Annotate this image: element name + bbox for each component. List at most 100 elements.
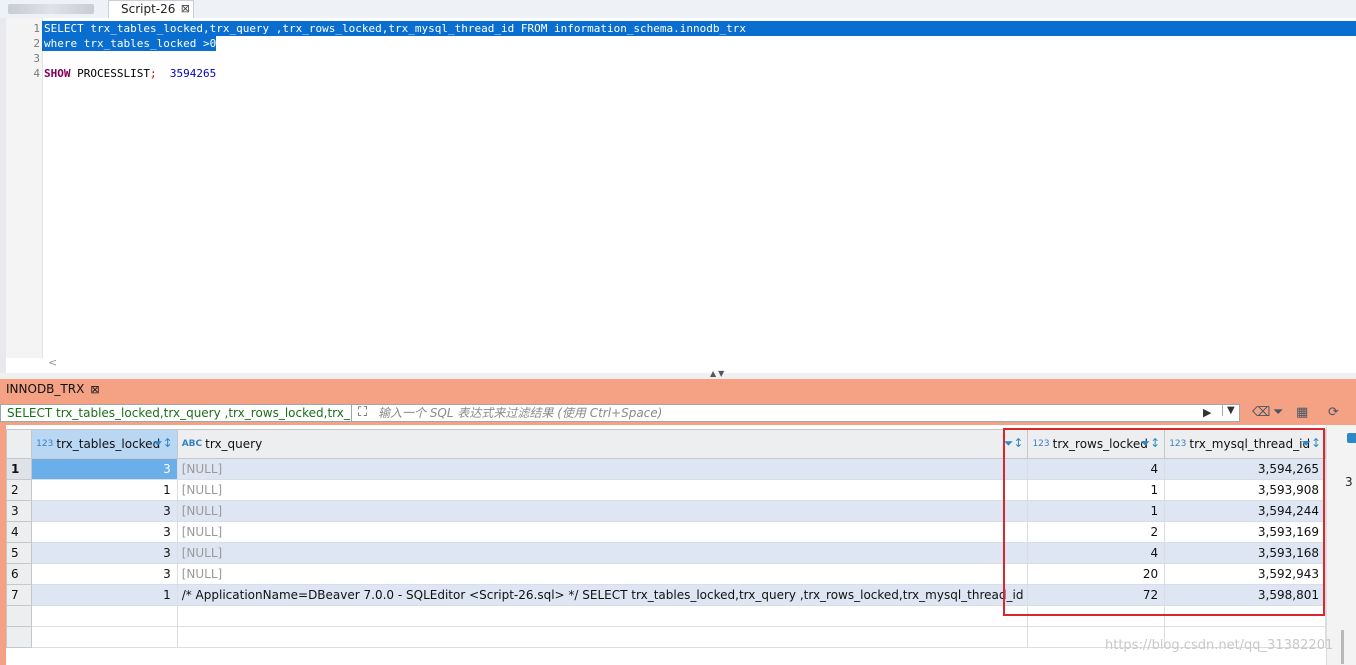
side-panel: 3	[1326, 425, 1356, 665]
sort-filter-icon[interactable]: ⏷↕	[1301, 436, 1321, 451]
table-row[interactable]: 7 1 /* ApplicationName=DBeaver 7.0.0 - S…	[5, 584, 1326, 606]
cell-rows-locked[interactable]: 4	[1027, 542, 1166, 564]
line-number: 2	[33, 37, 40, 50]
close-icon[interactable]: ⊠	[90, 383, 99, 396]
row-number[interactable]: 2	[5, 479, 33, 501]
row-number[interactable]: 5	[5, 542, 33, 564]
cell-thread-id[interactable]: 3,593,168	[1164, 542, 1326, 564]
table-row[interactable]: 3 3 [NULL] 1 3,594,244	[5, 500, 1326, 522]
cell-rows-locked[interactable]: 20	[1027, 563, 1166, 585]
code-processlist: PROCESSLIST	[70, 67, 150, 80]
cell-tables-locked[interactable]: 3	[31, 542, 178, 564]
cell-rows-locked[interactable]: 1	[1027, 479, 1166, 501]
cell-thread-id[interactable]: 3,594,265	[1164, 458, 1326, 480]
code-number: 3594265	[156, 67, 217, 80]
tab-title: Script-26	[121, 2, 176, 16]
column-header-trx-query[interactable]: ABC trx_query ⏷↕	[176, 429, 1029, 459]
cell-tables-locked[interactable]: 3	[31, 563, 178, 585]
table-row[interactable]: 5 3 [NULL] 4 3,593,168	[5, 542, 1326, 564]
refresh-options-icon[interactable]: ⟳	[1328, 405, 1339, 420]
row-number[interactable]: 7	[5, 584, 33, 606]
cell-query[interactable]: /* ApplicationName=DBeaver 7.0.0 - SQLEd…	[176, 584, 1029, 606]
sort-filter-icon[interactable]: ⏷↕	[1004, 436, 1024, 451]
cell-thread-id[interactable]: 3,594,244	[1164, 500, 1326, 522]
line-number: 4	[33, 67, 40, 80]
cell-query[interactable]: [NULL]	[176, 479, 1029, 501]
text-type-icon: ABC	[181, 439, 203, 449]
cell-tables-locked[interactable]: 1	[31, 479, 178, 501]
table-row[interactable]: 2 1 [NULL] 1 3,593,908	[5, 479, 1326, 501]
column-title: trx_mysql_thread_id	[1189, 437, 1311, 451]
keyword-select: SELECT	[44, 22, 84, 35]
sql-editor[interactable]: 1 2 3 4 SELECT trx_tables_locked,trx_que…	[0, 18, 1356, 373]
empty-cell	[31, 605, 178, 627]
filter-history-dropdown-icon[interactable]: ▼	[1222, 405, 1235, 416]
empty-cell	[176, 605, 1029, 627]
filter-settings-icon[interactable]: ⏷	[1273, 405, 1283, 420]
cell-tables-locked[interactable]: 3	[31, 500, 178, 522]
filter-box[interactable]: ⛶	[352, 404, 1240, 422]
code-condition: trx_tables_locked >0	[77, 37, 217, 50]
cell-rows-locked[interactable]: 1	[1027, 500, 1166, 522]
cell-tables-locked[interactable]: 1	[31, 584, 178, 606]
vertical-scrollbar[interactable]	[1341, 630, 1344, 664]
cell-thread-id[interactable]: 3,593,908	[1164, 479, 1326, 501]
empty-cell	[31, 626, 178, 648]
cell-query[interactable]: [NULL]	[176, 521, 1029, 543]
table-row[interactable]: 1 3 [NULL] 4 3,594,265	[5, 458, 1326, 480]
code-line-2[interactable]: where trx_tables_locked >0	[42, 36, 217, 51]
sort-filter-icon[interactable]: ⏷↕	[1141, 436, 1161, 451]
result-grid[interactable]: 123 trx_tables_locked ⏷↕ ABC trx_query ⏷↕ 12…	[5, 425, 1326, 665]
cell-rows-locked[interactable]: 72	[1027, 584, 1166, 606]
cell-query[interactable]: [NULL]	[176, 563, 1029, 585]
cell-thread-id[interactable]: 3,592,943	[1164, 563, 1326, 585]
table-row[interactable]: 4 3 [NULL] 2 3,593,169	[5, 521, 1326, 543]
cell-rows-locked[interactable]: 4	[1027, 458, 1166, 480]
row-number-empty	[5, 605, 33, 627]
cell-tables-locked[interactable]: 3	[31, 458, 178, 480]
column-header-trx-mysql-thread-id[interactable]: 123 trx_mysql_thread_id ⏷↕	[1164, 429, 1326, 459]
panel-toggle-icon[interactable]	[1347, 433, 1356, 443]
code-columns: trx_tables_locked,trx_query ,trx_rows_lo…	[83, 22, 521, 35]
numeric-type-icon: 123	[36, 439, 54, 449]
code-line-4[interactable]: SHOW PROCESSLIST; 3594265	[42, 66, 216, 81]
collapse-arrows-icon[interactable]: ▲▼	[710, 369, 726, 378]
cell-thread-id[interactable]: 3,593,169	[1164, 521, 1326, 543]
row-number[interactable]: 3	[5, 500, 33, 522]
column-header-trx-rows-locked[interactable]: 123 trx_rows_locked ⏷↕	[1027, 429, 1166, 459]
cell-tables-locked[interactable]: 3	[31, 521, 178, 543]
tab-innodb-trx[interactable]: INNODB_TRX ⊠	[0, 379, 108, 401]
tab-script-26[interactable]: Script-26 ⊠	[108, 0, 194, 18]
column-header-trx-tables-locked[interactable]: 123 trx_tables_locked ⏷↕	[31, 429, 178, 459]
row-header-corner[interactable]	[5, 429, 33, 459]
scroll-left-icon[interactable]: <	[48, 356, 57, 369]
horizontal-scrollbar[interactable]: <	[42, 356, 1356, 370]
expand-icon[interactable]: ⛶	[358, 405, 367, 421]
query-text-field[interactable]: SELECT trx_tables_locked,trx_query ,trx_…	[0, 404, 352, 422]
row-number[interactable]: 1	[5, 458, 33, 480]
sort-filter-icon[interactable]: ⏷↕	[153, 436, 173, 451]
code-line-1[interactable]: SELECT trx_tables_locked,trx_query ,trx_…	[42, 21, 1356, 36]
eraser-icon[interactable]: ⌫	[1252, 405, 1270, 420]
results-tabbar: INNODB_TRX ⊠	[0, 379, 1356, 401]
close-icon[interactable]: ⊠	[181, 1, 190, 17]
row-number[interactable]: 4	[5, 521, 33, 543]
column-title: trx_query	[205, 437, 263, 451]
column-title: trx_rows_locked	[1052, 437, 1148, 451]
row-number[interactable]: 6	[5, 563, 33, 585]
table-row[interactable]: 6 3 [NULL] 20 3,592,943	[5, 563, 1326, 585]
code-semicolon: ;	[149, 67, 157, 80]
line-number-gutter: 1 2 3 4	[6, 18, 43, 358]
cell-query[interactable]: [NULL]	[176, 542, 1029, 564]
side-panel-value: 3	[1345, 475, 1353, 489]
filter-input[interactable]	[378, 405, 1178, 421]
cell-query[interactable]: [NULL]	[176, 458, 1029, 480]
apply-filter-icon[interactable]: ▶	[1203, 406, 1211, 419]
cell-thread-id[interactable]: 3,598,801	[1164, 584, 1326, 606]
cell-query[interactable]: [NULL]	[176, 500, 1029, 522]
keyword-where: where	[44, 37, 78, 50]
cell-rows-locked[interactable]: 2	[1027, 521, 1166, 543]
save-filter-icon[interactable]: ▦	[1296, 405, 1308, 420]
blurred-tab[interactable]	[8, 4, 94, 14]
empty-cell	[1164, 605, 1326, 627]
